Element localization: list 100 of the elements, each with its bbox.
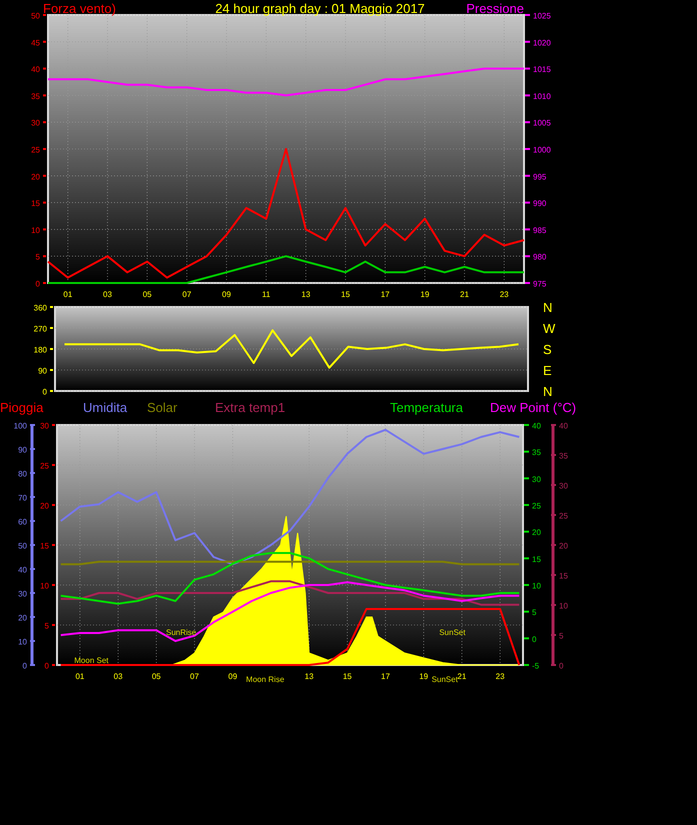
x-tick-label: 19 [420,290,430,299]
y-tick-label: 30 [40,422,49,430]
y-tick-label: 985 [533,226,546,235]
x-tick-label: 17 [380,290,390,299]
y-tick-label: 25 [532,502,541,510]
y-tick-label: 10 [40,582,49,590]
event-label: SunRise [166,628,196,637]
compass-label: S [543,342,552,357]
legend-label: Extra temp1 [215,400,286,415]
y-tick-label: 990 [533,199,546,208]
y-tick-label: 10 [18,638,27,646]
x-tick-label: 19 [419,672,428,681]
y-tick-label: 40 [532,422,541,430]
y-tick-label: 60 [18,518,27,526]
y-tick-label: 35 [559,452,568,460]
y-tick-label: 15 [532,554,541,564]
y-tick-label: 70 [18,494,27,502]
y-tick-label: 40 [18,566,27,574]
y-tick-label: 35 [31,92,40,101]
x-tick-label: 07 [190,672,199,681]
y-tick-label: 20 [559,542,568,550]
y-tick-label: 25 [559,512,568,520]
y-tick-label: 10 [559,602,568,610]
x-tick-label: 09 [228,672,238,681]
x-tick-label: 11 [262,290,270,299]
y-tick-label: 0 [559,662,564,670]
y-tick-label: 35 [532,448,541,458]
compass-label: N [543,384,552,398]
event-label: SunSet [439,628,466,637]
event-label: Moon Set [74,656,108,665]
y-tick-label: 1010 [533,92,551,101]
y-tick-label: 30 [18,590,27,598]
y-tick-label: 30 [532,474,541,484]
x-tick-label: 13 [304,672,314,681]
legend-label: Pioggia [0,400,44,415]
legend-label: Dew Point (°C) [490,400,576,415]
x-tick-label: 23 [500,290,509,299]
x-tick-label: 15 [342,672,352,681]
x-tick-label: 17 [381,672,390,681]
y-tick-label: 20 [532,528,541,538]
y-tick-label: 30 [559,482,568,490]
y-tick-label: 15 [31,199,40,208]
y-tick-label: 40 [31,65,40,74]
y-tick-label: 10 [31,226,40,235]
x-tick-label: 05 [142,290,152,299]
x-tick-label: 09 [222,290,231,299]
axis-title: Forza vento) [43,1,116,16]
axis-title: Pressione [466,1,524,16]
legend-label: Temperatura [390,400,463,415]
event-label: SunSet [432,675,458,684]
y-tick-label: 1025 [533,12,551,20]
y-tick-label: 20 [31,172,40,182]
y-tick-label: 1000 [533,146,551,154]
y-tick-label: 975 [533,280,546,288]
y-tick-label: 80 [18,470,27,478]
y-tick-label: 0 [42,388,47,396]
y-tick-label: -5 [532,662,540,670]
y-tick-label: 1020 [533,38,551,48]
y-tick-label: 1015 [533,65,551,74]
y-tick-label: 30 [31,118,40,128]
y-tick-label: 0 [36,280,40,288]
y-tick-label: 360 [34,304,47,312]
y-tick-label: 50 [31,12,40,20]
x-tick-label: 01 [63,290,72,299]
y-tick-label: 25 [31,146,40,154]
chart-title: 24 hour graph day : 01 Maggio 2017 [215,1,425,16]
y-tick-label: 980 [533,252,546,262]
y-tick-label: 5 [559,632,564,640]
x-tick-label: 21 [460,290,469,299]
event-label: Moon Rise [246,675,284,684]
x-tick-label: 13 [301,290,310,299]
y-tick-label: 25 [40,462,49,470]
y-tick-label: 1005 [533,118,551,128]
legend-label: Solar [147,400,178,415]
y-tick-label: 15 [559,572,568,580]
x-tick-label: 01 [75,672,84,681]
x-tick-label: 15 [341,290,350,299]
y-tick-label: 45 [31,38,40,48]
x-tick-label: 23 [496,672,505,681]
y-tick-label: 0 [532,634,536,644]
y-tick-label: 10 [532,582,541,590]
compass-label: W [543,321,556,336]
y-tick-label: 0 [44,662,49,670]
y-tick-label: 90 [38,366,47,376]
y-tick-label: 90 [18,446,27,454]
x-tick-label: 21 [457,672,466,681]
x-tick-label: 07 [182,290,192,299]
compass-label: N [543,300,552,315]
y-tick-label: 270 [34,324,47,334]
y-tick-label: 100 [14,422,27,430]
y-tick-label: 5 [532,608,536,618]
y-tick-label: 20 [18,614,27,622]
y-tick-label: 0 [22,662,27,670]
x-tick-label: 03 [114,672,123,681]
y-tick-label: 180 [34,346,47,354]
y-tick-label: 20 [40,502,49,510]
y-tick-label: 5 [44,622,49,630]
compass-label: E [543,363,552,378]
y-tick-label: 40 [559,422,568,430]
x-tick-label: 03 [103,290,112,299]
